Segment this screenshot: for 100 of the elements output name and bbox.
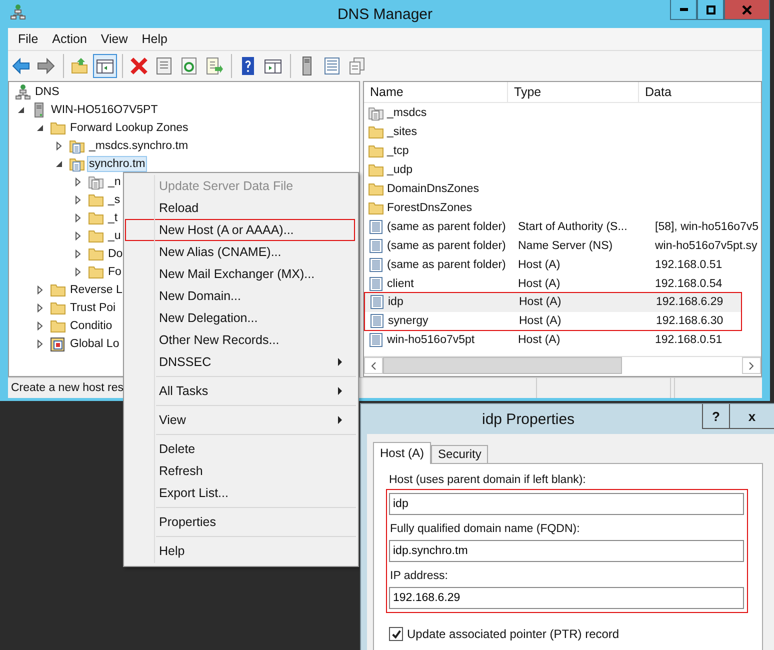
list-row[interactable]: (same as parent folder) Name Server (NS) win-ho516o7v5pt.sy	[364, 236, 761, 255]
tree-item[interactable]: synchro.tm	[87, 156, 148, 172]
tree-item[interactable]: Do	[106, 246, 125, 262]
table-cell: idp	[388, 296, 404, 308]
list-row[interactable]: _msdcs	[364, 103, 761, 122]
menu-item[interactable]: Properties	[125, 511, 355, 533]
folder-icon	[50, 300, 66, 316]
record-icon	[368, 276, 384, 292]
menu-item[interactable]: Help	[134, 30, 174, 48]
menu-item[interactable]: Delete	[125, 438, 355, 460]
menu-item[interactable]: All Tasks	[125, 380, 355, 402]
column-header[interactable]: Data	[639, 82, 761, 102]
tree-item[interactable]: Global Lo	[68, 336, 122, 352]
list-row[interactable]: _sites	[364, 122, 761, 141]
tree-item[interactable]: Conditio	[68, 318, 114, 334]
tab[interactable]: Security	[431, 445, 488, 463]
collapse-arrow-icon[interactable]	[16, 105, 26, 115]
console-tree-button[interactable]	[93, 54, 117, 78]
menu-item[interactable]: New Alias (CNAME)...	[125, 241, 355, 263]
tree-item[interactable]: _s	[106, 192, 122, 208]
menu-item[interactable]: New Domain...	[125, 285, 355, 307]
list-row[interactable]: win-ho516o7v5pt Host (A) 192.168.0.51	[364, 330, 761, 349]
expand-arrow-icon[interactable]	[73, 195, 83, 205]
input-field[interactable]: idp	[389, 493, 744, 515]
expand-arrow-icon[interactable]	[73, 213, 83, 223]
field-label: Fully qualified domain name (FQDN):	[390, 522, 581, 537]
list-row[interactable]: (same as parent folder) Start of Authority (S... [58], win-ho516o7v5	[364, 217, 761, 236]
scroll-left-icon	[371, 362, 376, 370]
tree-item[interactable]: _u	[106, 228, 123, 244]
input-field[interactable]: idp.synchro.tm	[389, 540, 744, 562]
menu-item[interactable]: Refresh	[125, 460, 355, 482]
menu-item[interactable]: New Host (A or AAAA)...	[125, 219, 355, 241]
tree-item[interactable]: Forward Lookup Zones	[68, 120, 190, 136]
expand-arrow-icon[interactable]	[73, 249, 83, 259]
folder-icon	[368, 142, 384, 158]
forward-icon	[36, 56, 56, 76]
record-icon	[369, 294, 385, 310]
menu-item[interactable]: Export List...	[125, 482, 355, 504]
collapse-arrow-icon[interactable]	[54, 159, 64, 169]
menu-item[interactable]: Reload	[125, 197, 355, 219]
menu-item[interactable]: DNSSEC	[125, 351, 355, 373]
input-field[interactable]: 192.168.6.29	[389, 587, 744, 609]
record-icon	[368, 238, 384, 254]
expand-arrow-icon[interactable]	[73, 231, 83, 241]
status-text: Create a new host res	[11, 382, 124, 394]
network-icon	[10, 4, 26, 20]
expand-arrow-icon[interactable]	[35, 285, 45, 295]
tree-item[interactable]: WIN-HO516O7V5PT	[49, 102, 160, 118]
menu-item[interactable]: Action	[45, 30, 94, 48]
list-row[interactable]: (same as parent folder) Host (A) 192.168.0.51	[364, 255, 761, 274]
help-button[interactable]: ?	[702, 404, 730, 429]
dialog-title: idp Properties	[482, 410, 575, 428]
tree-item[interactable]: _t	[106, 210, 120, 226]
list-row[interactable]: DomainDnsZones	[364, 179, 761, 198]
folder-icon	[368, 124, 384, 140]
expand-arrow-icon[interactable]	[35, 321, 45, 331]
tree-item[interactable]: Trust Poi	[68, 300, 118, 316]
menu-item[interactable]: File	[11, 30, 46, 48]
list-row[interactable]: _udp	[364, 160, 761, 179]
expand-arrow-icon[interactable]	[73, 267, 83, 277]
menu-item[interactable]: View	[94, 30, 135, 48]
tree-item[interactable]: Reverse L	[68, 282, 124, 298]
close-button[interactable]	[724, 0, 770, 20]
maximize-button[interactable]	[697, 0, 724, 20]
checkbox-label: Update associated pointer (PTR) record	[407, 627, 620, 641]
copy-icon	[347, 56, 367, 76]
list-row[interactable]: _tcp	[364, 141, 761, 160]
folder-icon	[88, 192, 104, 208]
column-header[interactable]: Name	[364, 82, 508, 102]
folder-icon	[368, 162, 384, 178]
minimize-button[interactable]	[670, 0, 697, 20]
table-cell: ForestDnsZones	[387, 202, 472, 214]
table-cell: Host (A)	[519, 314, 562, 327]
table-cell: [58], win-ho516o7v5	[655, 220, 759, 232]
menu-item[interactable]: New Mail Exchanger (MX)...	[125, 263, 355, 285]
zone-icon	[88, 174, 104, 190]
menu-item[interactable]: New Delegation...	[125, 307, 355, 329]
list-row[interactable]: ForestDnsZones	[364, 198, 761, 217]
zone-icon	[368, 104, 384, 120]
menu-item[interactable]: Other New Records...	[125, 329, 355, 351]
tree-item[interactable]: DNS	[33, 84, 62, 100]
expand-arrow-icon[interactable]	[73, 177, 83, 187]
expand-arrow-icon[interactable]	[54, 141, 64, 151]
menu-item[interactable]: View	[125, 409, 355, 431]
table-cell: Start of Authority (S...	[518, 220, 628, 232]
list-row[interactable]: client Host (A) 192.168.0.54	[364, 274, 761, 293]
tree-item[interactable]: _msdcs.synchro.tm	[87, 138, 190, 154]
tree-item[interactable]: _n	[106, 174, 123, 190]
checkbox[interactable]	[389, 627, 403, 641]
collapse-arrow-icon[interactable]	[35, 123, 45, 133]
column-header[interactable]: Type	[508, 82, 639, 102]
zone-icon	[69, 138, 85, 154]
list-row[interactable]: synergy Host (A) 192.168.6.30	[365, 312, 741, 330]
horizontal-scrollbar[interactable]	[364, 356, 761, 374]
expand-arrow-icon[interactable]	[35, 339, 45, 349]
menu-item[interactable]: Help	[125, 540, 355, 562]
tab[interactable]: Host (A)	[373, 442, 432, 464]
tree-item[interactable]: Fo	[106, 264, 124, 280]
list-row[interactable]: idp Host (A) 192.168.6.29	[365, 293, 741, 312]
expand-arrow-icon[interactable]	[35, 303, 45, 313]
